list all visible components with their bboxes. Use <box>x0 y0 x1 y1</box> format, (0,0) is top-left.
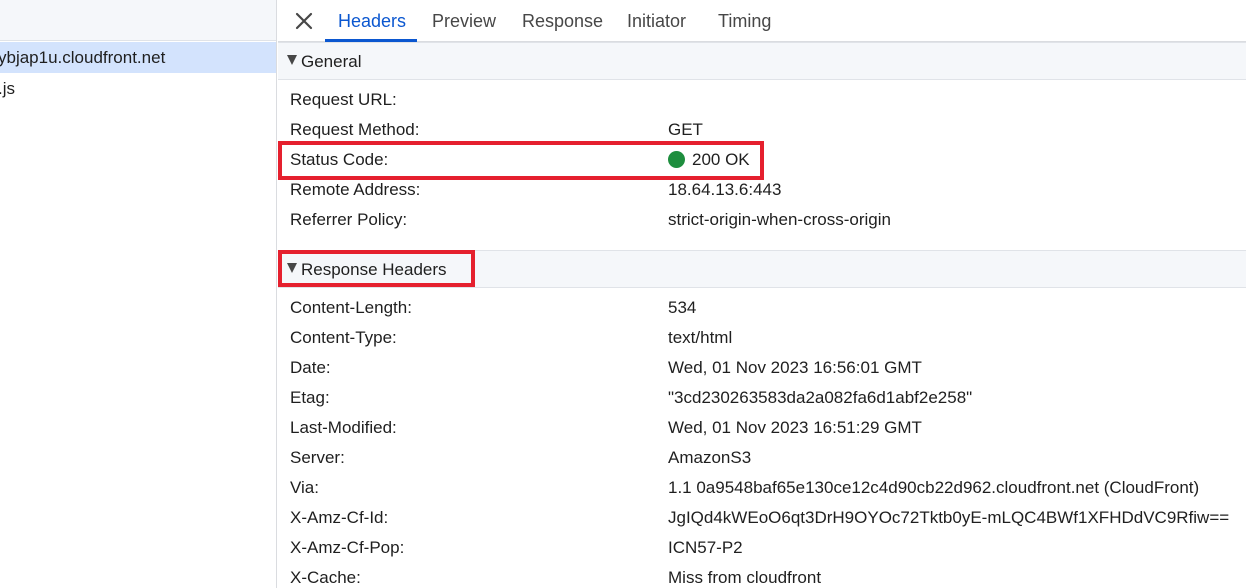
header-value: strict-origin-when-cross-origin <box>668 210 891 229</box>
header-row: X-Amz-Cf-Id: JgIQd4kWEoO6qt3DrH9OYOc72Tk… <box>278 503 1246 533</box>
header-row: Server: AmazonS3 <box>278 443 1246 473</box>
header-key: Request URL: <box>290 90 397 109</box>
header-value: AmazonS3 <box>668 448 752 467</box>
header-key: Content-Type: <box>290 328 397 347</box>
request-list-header <box>0 0 276 41</box>
request-item[interactable]: .js <box>0 73 276 104</box>
header-value: 18.64.13.6:443 <box>668 180 782 199</box>
tab-headers[interactable]: Headers <box>338 0 406 42</box>
header-key: Server: <box>290 448 345 467</box>
header-row-status-code: Status Code: 200 OK <box>278 145 1246 175</box>
header-value: GET <box>668 120 703 139</box>
header-key: X-Amz-Cf-Pop: <box>290 538 405 557</box>
status-text: 200 OK <box>692 150 750 169</box>
header-row: Request Method: GET <box>278 115 1246 145</box>
header-value-status: 200 OK <box>668 145 750 175</box>
header-row: Content-Length: 534 <box>278 293 1246 323</box>
status-dot-icon <box>668 151 685 168</box>
details-tabbar: Headers Preview Response Initiator Timin… <box>278 0 1246 42</box>
header-key: Content-Length: <box>290 298 412 317</box>
header-key: Via: <box>290 478 319 497</box>
request-item-label: .js <box>0 79 15 98</box>
header-value: Wed, 01 Nov 2023 16:56:01 GMT <box>668 358 922 377</box>
header-key: Etag: <box>290 388 330 407</box>
section-title: Response Headers <box>301 260 447 279</box>
header-value: text/html <box>668 328 733 347</box>
header-value: 1.1 0a9548baf65e130ce12c4d90cb22d962.clo… <box>668 478 1200 497</box>
header-value: Wed, 01 Nov 2023 16:51:29 GMT <box>668 418 922 437</box>
header-row: Via: 1.1 0a9548baf65e130ce12c4d90cb22d96… <box>278 473 1246 503</box>
header-row: Request URL: <box>278 85 1246 115</box>
triangle-down-icon <box>287 55 297 65</box>
header-row: Etag: "3cd230263583da2a082fa6d1abf2e258" <box>278 383 1246 413</box>
tab-response[interactable]: Response <box>522 0 603 42</box>
header-value: Miss from cloudfront <box>668 568 822 587</box>
header-row: Remote Address: 18.64.13.6:443 <box>278 175 1246 205</box>
header-value: 534 <box>668 298 697 317</box>
general-section-header[interactable]: General <box>278 42 1246 80</box>
tab-timing[interactable]: Timing <box>718 0 771 42</box>
header-key: Referrer Policy: <box>290 210 408 229</box>
tab-initiator[interactable]: Initiator <box>627 0 686 42</box>
triangle-down-icon <box>287 263 297 273</box>
request-item-label: ybjap1u.cloudfront.net <box>0 48 166 67</box>
header-value: JgIQd4kWEoO6qt3DrH9OYOc72Tktb0yE-mLQC4BW… <box>668 508 1230 527</box>
header-row: X-Cache: Miss from cloudfront <box>278 563 1246 588</box>
request-item[interactable]: ybjap1u.cloudfront.net <box>0 42 276 73</box>
response-headers-section-header[interactable]: Response Headers <box>278 250 1246 288</box>
close-button[interactable] <box>292 8 316 34</box>
header-key: X-Amz-Cf-Id: <box>290 508 389 527</box>
header-row: Date: Wed, 01 Nov 2023 16:56:01 GMT <box>278 353 1246 383</box>
header-key: Last-Modified: <box>290 418 397 437</box>
header-row: Last-Modified: Wed, 01 Nov 2023 16:51:29… <box>278 413 1246 443</box>
request-details: Headers Preview Response Initiator Timin… <box>278 0 1246 588</box>
header-value: ICN57-P2 <box>668 538 743 557</box>
request-list: ybjap1u.cloudfront.net .js <box>0 0 277 588</box>
header-row: Referrer Policy: strict-origin-when-cros… <box>278 205 1246 235</box>
section-title: General <box>301 52 362 71</box>
header-key: Remote Address: <box>290 180 421 199</box>
close-icon <box>295 12 313 30</box>
header-row: X-Amz-Cf-Pop: ICN57-P2 <box>278 533 1246 563</box>
header-value: "3cd230263583da2a082fa6d1abf2e258" <box>668 388 973 407</box>
header-key: Date: <box>290 358 331 377</box>
tab-preview[interactable]: Preview <box>432 0 496 42</box>
header-key: Status Code: <box>290 150 389 169</box>
header-key: Request Method: <box>290 120 420 139</box>
header-row: Content-Type: text/html <box>278 323 1246 353</box>
header-key: X-Cache: <box>290 568 361 587</box>
devtools-network-panel: ybjap1u.cloudfront.net .js Headers Previ… <box>0 0 1246 588</box>
